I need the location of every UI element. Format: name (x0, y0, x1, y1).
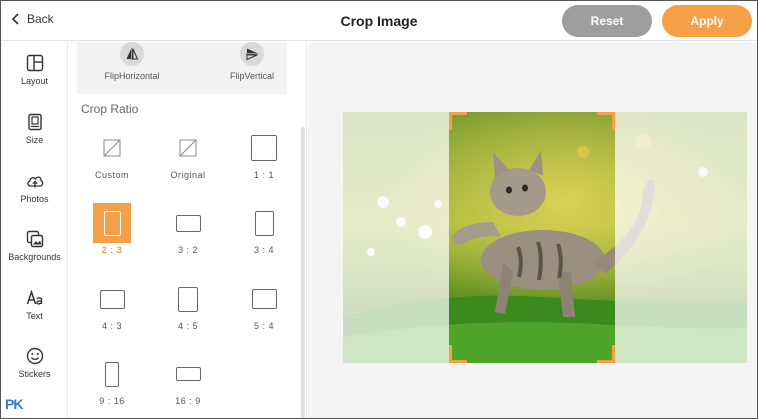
backgrounds-icon (26, 230, 43, 248)
ratio-label: Original (170, 170, 206, 180)
chevron-left-icon (11, 13, 19, 25)
crop-handle-bottom-right[interactable] (597, 345, 615, 363)
ratio-label: 4 : 3 (101, 321, 122, 331)
nav-label-stickers: Stickers (18, 369, 51, 379)
ratio-2-3[interactable]: 2 : 3 (76, 203, 148, 261)
crop-handle-top-left[interactable] (449, 112, 467, 130)
ratio-9-16[interactable]: 9 : 16 (76, 354, 148, 412)
flip-horizontal-icon (120, 42, 144, 66)
ratio-label: 1 : 1 (253, 170, 274, 180)
crop-mask-right (615, 112, 747, 363)
flip-vertical-label: FlipVertical (229, 71, 274, 81)
panel-scrollbar[interactable] (301, 127, 305, 418)
ratio-custom[interactable]: Custom (76, 128, 148, 186)
ratio-16-9[interactable]: 16 : 9 (152, 354, 224, 412)
ratio-label: 16 : 9 (175, 396, 201, 406)
ratio-3-4-icon (254, 210, 274, 236)
top-bar: Back Crop Image Reset Apply (1, 1, 757, 41)
ratio-label: 3 : 4 (253, 245, 274, 255)
nav-label-backgrounds: Backgrounds (8, 252, 61, 262)
ratio-label: Custom (94, 170, 129, 180)
original-ratio-icon (179, 139, 197, 157)
flip-horizontal-button[interactable]: FlipHorizontal (77, 42, 187, 81)
sidebar-nav: Layout Size Photos Backgrounds Text Stic… (1, 42, 68, 418)
ratio-2-3-icon (103, 210, 121, 236)
ratio-1-1-icon (251, 135, 277, 161)
back-button[interactable]: Back (11, 12, 54, 26)
ratio-4-3[interactable]: 4 : 3 (76, 279, 148, 337)
crop-mask-left (343, 112, 449, 363)
flip-vertical-button[interactable]: FlipVertical (197, 42, 307, 81)
nav-label-photos: Photos (20, 194, 49, 204)
flip-options: FlipHorizontal FlipVertical (77, 42, 287, 94)
ratio-original[interactable]: Original (152, 128, 224, 186)
custom-ratio-icon (103, 139, 121, 157)
ratio-4-5[interactable]: 4 : 5 (152, 279, 224, 337)
flip-horizontal-label: FlipHorizontal (104, 71, 160, 81)
ratio-label: 9 : 16 (99, 396, 125, 406)
nav-item-layout[interactable]: Layout (1, 54, 68, 86)
nav-item-backgrounds[interactable]: Backgrounds (1, 230, 68, 262)
ratio-4-5-icon (178, 286, 198, 312)
ratio-label: 4 : 5 (177, 321, 198, 331)
nav-label-text: Text (26, 311, 43, 321)
crop-panel: FlipHorizontal FlipVertical Crop Ratio C… (69, 42, 307, 418)
ratio-3-2[interactable]: 3 : 2 (152, 203, 224, 261)
ratio-label: 2 : 3 (101, 245, 123, 255)
crop-handle-bottom-left[interactable] (449, 345, 467, 363)
layout-icon (26, 54, 43, 72)
flip-vertical-icon (240, 42, 264, 66)
ratio-9-16-icon (105, 361, 119, 387)
back-label: Back (27, 12, 54, 26)
photo-preview (343, 112, 747, 363)
ratio-label: 5 : 4 (253, 321, 274, 331)
ratio-5-4[interactable]: 5 : 4 (228, 279, 300, 337)
size-icon (27, 113, 42, 131)
apply-button[interactable]: Apply (662, 5, 752, 37)
reset-button[interactable]: Reset (562, 5, 652, 37)
crop-selection-box[interactable] (449, 112, 615, 363)
watermark-logo: PK (5, 396, 23, 412)
nav-item-photos[interactable]: Photos (1, 172, 68, 204)
cloud-upload-icon (26, 176, 43, 188)
crop-image-window: Back Crop Image Reset Apply Layout Size … (0, 0, 758, 419)
ratio-5-4-icon (251, 289, 277, 309)
nav-item-text[interactable]: Text (1, 289, 68, 321)
nav-label-layout: Layout (20, 76, 49, 86)
ratio-16-9-icon (175, 367, 201, 381)
crop-ratio-heading: Crop Ratio (81, 102, 139, 116)
text-icon (26, 289, 42, 305)
ratio-4-3-icon (99, 289, 125, 309)
smiley-icon (26, 347, 43, 365)
nav-label-size: Size (25, 135, 44, 145)
nav-item-stickers[interactable]: Stickers (1, 347, 68, 379)
ratio-label: 3 : 2 (177, 245, 198, 255)
crop-handle-top-right[interactable] (597, 112, 615, 130)
ratio-3-4[interactable]: 3 : 4 (228, 203, 300, 261)
image-canvas (308, 42, 757, 418)
ratio-1-1[interactable]: 1 : 1 (228, 128, 300, 186)
ratio-3-2-icon (175, 214, 201, 232)
nav-item-size[interactable]: Size (1, 113, 68, 145)
